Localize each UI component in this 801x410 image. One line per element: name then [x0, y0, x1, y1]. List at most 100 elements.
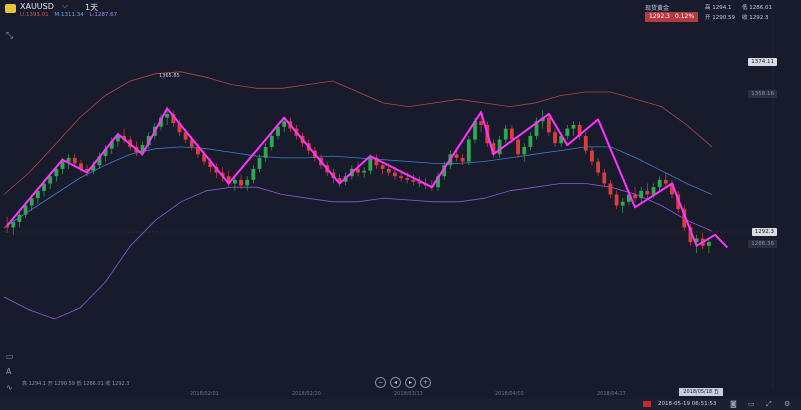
candle-body [596, 161, 601, 173]
zigzag-line [6, 107, 729, 249]
candle-body [633, 194, 637, 199]
candle [565, 124, 570, 140]
candle [528, 132, 533, 151]
candle-body [608, 183, 613, 195]
candle-body [510, 128, 514, 140]
x-axis-label: 2018/03/13 [394, 391, 423, 397]
candle-body [657, 179, 662, 188]
candle [466, 135, 471, 166]
legend-middle: M:1311.34 [54, 12, 84, 18]
status-timestamp: 2018-05-19 06:51:53 [658, 401, 717, 407]
candle-body [380, 165, 385, 169]
x-axis-label: 2018/02/20 [292, 391, 321, 397]
monitor-icon[interactable]: ▭ [748, 400, 755, 408]
candle-body [497, 139, 502, 155]
price-level-mid: 1358.16 [748, 90, 777, 98]
candle [516, 135, 520, 158]
candle-body [479, 121, 484, 125]
candle-body [411, 179, 416, 182]
candle [620, 198, 625, 213]
candle-body [399, 176, 404, 179]
quote-close: 收 1292.3 [742, 15, 769, 21]
expand-icon[interactable]: ⤢ [766, 400, 772, 409]
candle-body [66, 157, 71, 162]
candle-body [282, 121, 287, 127]
wave-icon[interactable]: ∿ [6, 383, 13, 392]
candle [602, 168, 607, 188]
candle [657, 176, 662, 191]
chevron-down-icon[interactable]: ⌵ [62, 1, 68, 11]
peak-annotation: 1365.85 [159, 73, 180, 79]
candle-body [503, 128, 508, 140]
gear-icon[interactable]: ⚙ [784, 400, 790, 408]
candle-body [17, 214, 22, 222]
ruler-icon[interactable]: ▭ [6, 352, 14, 361]
candle [245, 176, 250, 191]
text-annotation-icon[interactable]: A [6, 367, 11, 376]
candle-body [707, 242, 711, 246]
candle-body [245, 179, 250, 186]
candle [374, 154, 379, 169]
gold-symbol-icon [5, 4, 16, 13]
candle [583, 132, 588, 155]
candle-body [239, 179, 243, 186]
candle [263, 143, 268, 162]
candle-body [232, 179, 237, 184]
quote-high: 高 1294.1 [705, 5, 732, 11]
candle-body [393, 172, 397, 177]
candle [645, 183, 650, 199]
candle-body [454, 154, 459, 158]
current-low-tag: 1286.36 [748, 240, 777, 248]
candle-body [571, 124, 576, 129]
candles [5, 106, 711, 254]
x-axis-label: 2018/04/03 [495, 391, 524, 397]
quote-title: 现货黄金 [645, 5, 670, 12]
symbol-name[interactable]: XAUUSD [20, 2, 54, 11]
candle [707, 238, 711, 254]
camera-icon[interactable]: ◙ [730, 400, 737, 408]
candle [522, 143, 527, 162]
candle [411, 174, 416, 186]
zoom-out-icon[interactable]: − [375, 377, 386, 388]
candle-body [546, 117, 551, 133]
candle [553, 128, 557, 147]
candle-body [362, 170, 367, 173]
candle-body [460, 157, 465, 162]
step-forward-icon[interactable]: ▸ [405, 377, 416, 388]
candle-body [405, 178, 410, 180]
zoom-in-icon[interactable]: + [420, 377, 431, 388]
price-chart[interactable]: 1365.85 [0, 0, 801, 399]
bollinger-lower-line [3, 183, 713, 320]
candle-body [11, 221, 16, 228]
candle [257, 154, 262, 173]
candle-body [620, 201, 625, 206]
step-back-icon[interactable]: ◂ [390, 377, 401, 388]
candle-body [663, 179, 668, 184]
candle-body [251, 168, 256, 180]
cursor-date-tag: 2018/05/18 五 [679, 388, 723, 396]
bottom-ohlc-info: 高 1294.1 开 1290.59 低 1286.01 收 1292.3 [22, 381, 130, 387]
china-flag-icon [643, 401, 651, 407]
candle [503, 124, 508, 144]
candle [571, 121, 576, 136]
candle-body [276, 126, 280, 136]
candle-body [614, 194, 619, 206]
candle [614, 190, 619, 210]
candle [596, 157, 601, 177]
x-axis-label: 2018/02/01 [190, 391, 219, 397]
candle-body [72, 157, 77, 164]
candle-body [269, 135, 274, 147]
bollinger-bands [3, 71, 713, 320]
candle-body [263, 146, 268, 158]
price-level-top: 1374.11 [748, 58, 777, 66]
candle-body [522, 146, 527, 155]
candle [497, 135, 502, 158]
candle-body [516, 139, 520, 155]
candle-body [386, 168, 391, 173]
bollinger-legend: U:1393.01 M:1311.34 L:1287.67 [20, 12, 117, 18]
candle-body [23, 205, 28, 215]
crosshair-expand-icon[interactable]: ⤡ [6, 31, 13, 41]
candle [639, 187, 644, 204]
candle [608, 179, 613, 199]
candle-body [565, 128, 570, 136]
